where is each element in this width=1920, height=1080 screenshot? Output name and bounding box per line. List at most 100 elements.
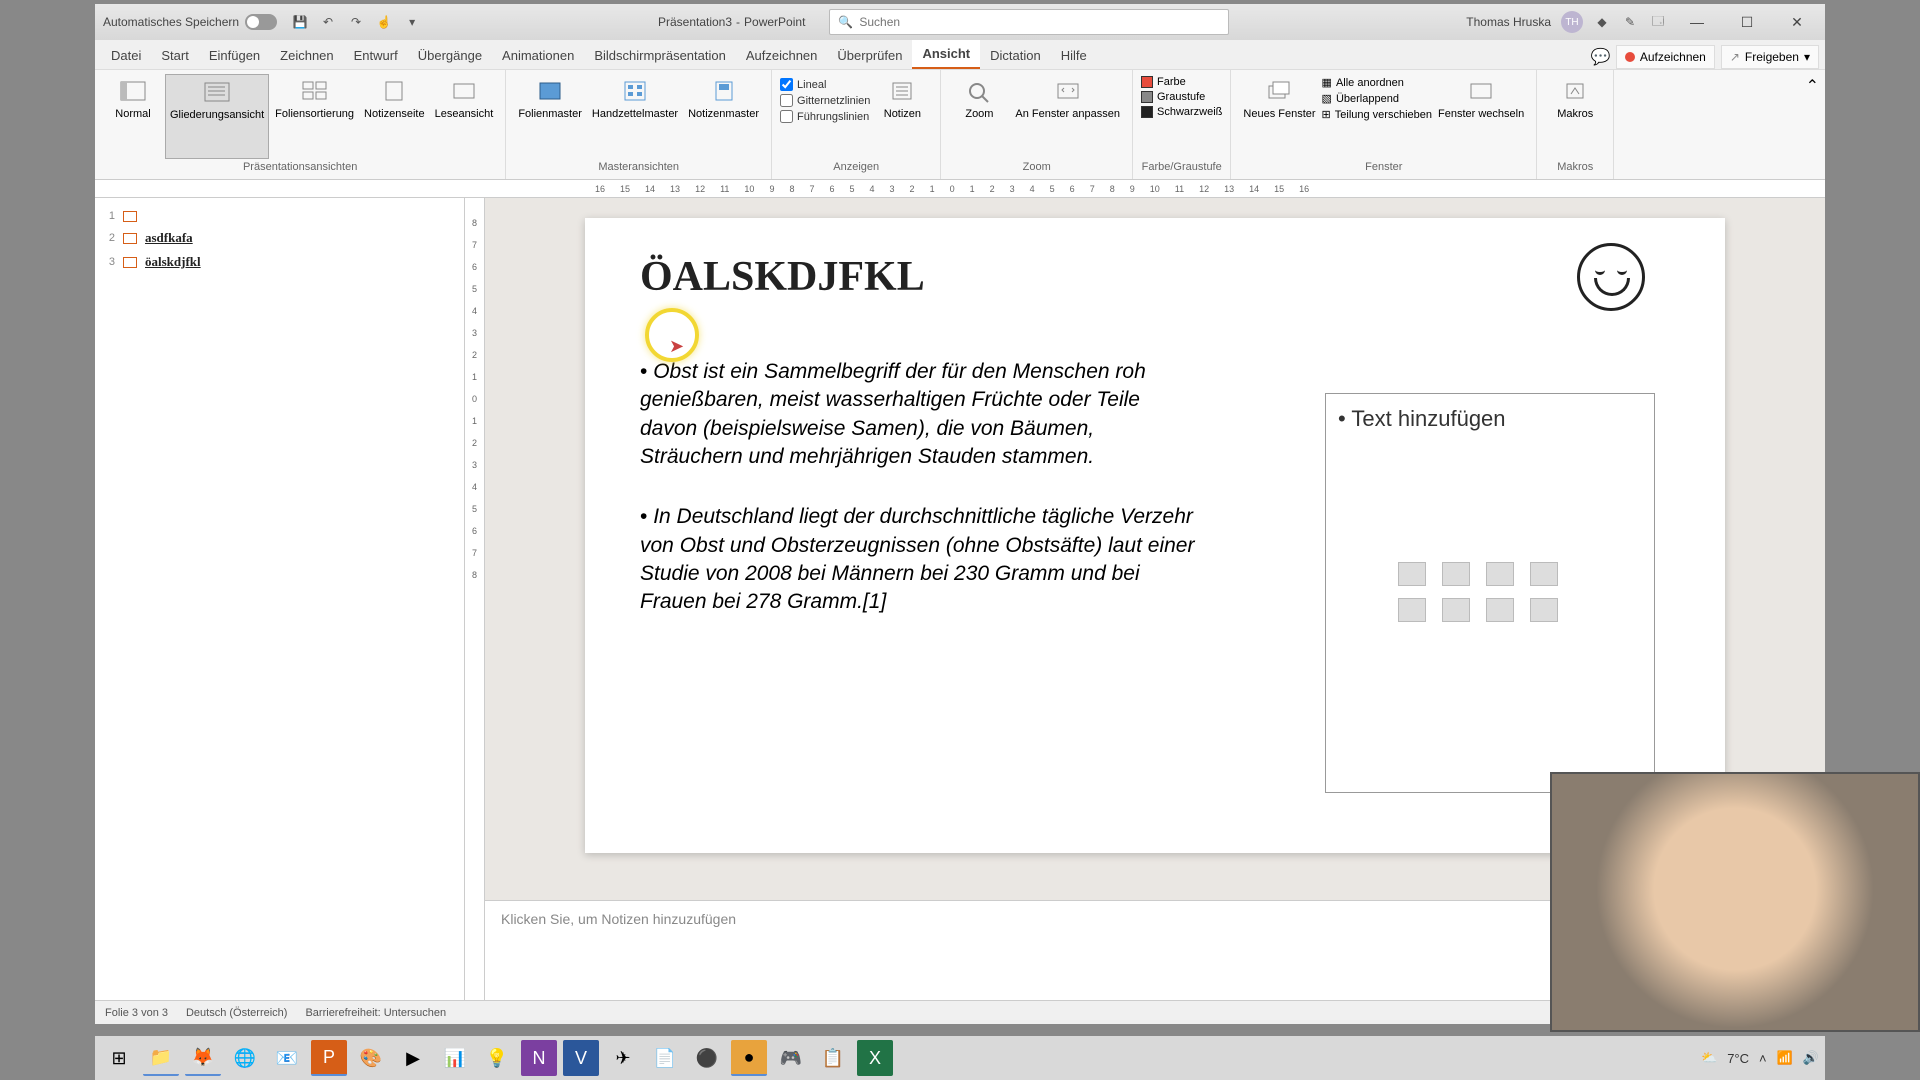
diamond-icon[interactable]: ◆ bbox=[1593, 13, 1611, 31]
outlook-icon[interactable]: 📧 bbox=[269, 1040, 305, 1076]
firefox-icon[interactable]: 🦊 bbox=[185, 1040, 221, 1076]
app-icon-2[interactable]: 📊 bbox=[437, 1040, 473, 1076]
guides-checkbox[interactable]: Führungslinien bbox=[780, 110, 870, 123]
gridlines-checkbox[interactable]: Gitternetzlinien bbox=[780, 94, 870, 107]
content-placeholder[interactable]: • Text hinzufügen bbox=[1325, 393, 1655, 793]
tab-animationen[interactable]: Animationen bbox=[492, 42, 584, 69]
tab-ansicht[interactable]: Ansicht bbox=[912, 40, 980, 69]
tab-einfuegen[interactable]: Einfügen bbox=[199, 42, 270, 69]
insert-icon-icon[interactable] bbox=[1530, 598, 1558, 622]
bullet-2[interactable]: In Deutschland liegt der durchschnittlic… bbox=[640, 503, 1200, 616]
arrange-all-button[interactable]: ▦Alle anordnen bbox=[1322, 76, 1432, 89]
search-box[interactable]: 🔍 bbox=[829, 9, 1229, 35]
bw-view-button[interactable]: Schwarzweiß bbox=[1141, 106, 1222, 118]
outline-item-2[interactable]: 2asdfkafa bbox=[103, 226, 456, 250]
tab-uebergaenge[interactable]: Übergänge bbox=[408, 42, 492, 69]
slide-title[interactable]: ÖALSKDJFKL bbox=[640, 253, 1670, 303]
undo-icon[interactable]: ↶ bbox=[319, 13, 337, 31]
move-split-button[interactable]: ⊞Teilung verschieben bbox=[1322, 108, 1432, 121]
tab-entwurf[interactable]: Entwurf bbox=[344, 42, 408, 69]
discord-icon[interactable]: 🎮 bbox=[773, 1040, 809, 1076]
more-icon[interactable]: ▾ bbox=[403, 13, 421, 31]
color-view-button[interactable]: Farbe bbox=[1141, 76, 1222, 88]
app-icon-5[interactable]: ● bbox=[731, 1040, 767, 1076]
outline-view-button[interactable]: Gliederungsansicht bbox=[165, 74, 269, 159]
macros-button[interactable]: Makros bbox=[1545, 74, 1605, 159]
bullet-1[interactable]: Obst ist ein Sammelbegriff der für den M… bbox=[640, 358, 1200, 471]
telegram-icon[interactable]: ✈ bbox=[605, 1040, 641, 1076]
tab-hilfe[interactable]: Hilfe bbox=[1051, 42, 1097, 69]
cascade-button[interactable]: ▧Überlappend bbox=[1322, 92, 1432, 105]
insert-picture-icon[interactable] bbox=[1398, 598, 1426, 622]
tab-dictation[interactable]: Dictation bbox=[980, 42, 1051, 69]
search-input[interactable] bbox=[859, 15, 1220, 29]
tab-bildschirmpraesentation[interactable]: Bildschirmpräsentation bbox=[584, 42, 736, 69]
powerpoint-icon[interactable]: P bbox=[311, 1040, 347, 1076]
insert-video-icon[interactable] bbox=[1486, 598, 1514, 622]
collapse-ribbon-icon[interactable]: ⌃ bbox=[1800, 70, 1825, 179]
notes-page-button[interactable]: Notizenseite bbox=[360, 74, 429, 159]
app-icon-6[interactable]: 📋 bbox=[815, 1040, 851, 1076]
zoom-button[interactable]: Zoom bbox=[949, 74, 1009, 159]
tab-zeichnen[interactable]: Zeichnen bbox=[270, 42, 343, 69]
chrome-icon[interactable]: 🌐 bbox=[227, 1040, 263, 1076]
tab-start[interactable]: Start bbox=[151, 42, 198, 69]
tab-datei[interactable]: Datei bbox=[101, 42, 151, 69]
slide[interactable]: ÖALSKDJFKL ➤ Obst ist ein Sammelbegriff … bbox=[585, 218, 1725, 853]
normal-view-button[interactable]: Normal bbox=[103, 74, 163, 159]
window-icon[interactable]: 🗔 bbox=[1649, 13, 1667, 31]
language-status[interactable]: Deutsch (Österreich) bbox=[186, 1007, 287, 1019]
outline-pane[interactable]: 1 2asdfkafa 3öalskdjfkl bbox=[95, 198, 465, 1000]
weather-icon[interactable]: ⛅ bbox=[1701, 1050, 1717, 1066]
network-icon[interactable]: 📶 bbox=[1777, 1050, 1793, 1066]
insert-smartart-icon[interactable] bbox=[1486, 562, 1514, 586]
outline-item-3[interactable]: 3öalskdjfkl bbox=[103, 250, 456, 274]
slide-master-button[interactable]: Folienmaster bbox=[514, 74, 586, 159]
insert-3d-icon[interactable] bbox=[1530, 562, 1558, 586]
save-icon[interactable]: 💾 bbox=[291, 13, 309, 31]
pen-icon[interactable]: ✎ bbox=[1621, 13, 1639, 31]
grayscale-view-button[interactable]: Graustufe bbox=[1141, 91, 1222, 103]
smiley-icon[interactable] bbox=[1577, 243, 1645, 311]
notes-master-button[interactable]: Notizenmaster bbox=[684, 74, 763, 159]
tab-aufzeichnen[interactable]: Aufzeichnen bbox=[736, 42, 828, 69]
minimize-button[interactable]: — bbox=[1677, 8, 1717, 36]
app-icon-4[interactable]: 📄 bbox=[647, 1040, 683, 1076]
vlc-icon[interactable]: ▶ bbox=[395, 1040, 431, 1076]
insert-chart-icon[interactable] bbox=[1442, 562, 1470, 586]
autosave-toggle[interactable] bbox=[245, 14, 277, 30]
reading-view-button[interactable]: Leseansicht bbox=[431, 74, 498, 159]
maximize-button[interactable]: ☐ bbox=[1727, 8, 1767, 36]
obs-icon[interactable]: ⚫ bbox=[689, 1040, 725, 1076]
onenote-icon[interactable]: N bbox=[521, 1040, 557, 1076]
user-avatar[interactable]: TH bbox=[1561, 11, 1583, 33]
handout-master-button[interactable]: Handzettelmaster bbox=[588, 74, 682, 159]
slide-sorter-button[interactable]: Foliensortierung bbox=[271, 74, 358, 159]
ruler-checkbox[interactable]: Lineal bbox=[780, 78, 870, 91]
explorer-icon[interactable]: 📁 bbox=[143, 1040, 179, 1076]
notes-toggle-button[interactable]: Notizen bbox=[872, 74, 932, 159]
tray-chevron-icon[interactable]: ˄ bbox=[1759, 1051, 1767, 1066]
insert-table-icon[interactable] bbox=[1398, 562, 1426, 586]
share-button[interactable]: ↗Freigeben ▾ bbox=[1721, 45, 1819, 69]
app-icon-3[interactable]: 💡 bbox=[479, 1040, 515, 1076]
redo-icon[interactable]: ↷ bbox=[347, 13, 365, 31]
fit-window-button[interactable]: An Fenster anpassen bbox=[1011, 74, 1124, 159]
switch-window-button[interactable]: Fenster wechseln bbox=[1434, 74, 1528, 159]
record-button[interactable]: Aufzeichnen bbox=[1616, 45, 1715, 69]
comments-icon[interactable]: 💬 bbox=[1592, 48, 1610, 66]
outline-item-1[interactable]: 1 bbox=[103, 206, 456, 226]
slide-body[interactable]: Obst ist ein Sammelbegriff der für den M… bbox=[640, 358, 1200, 617]
excel-icon[interactable]: X bbox=[857, 1040, 893, 1076]
new-window-button[interactable]: Neues Fenster bbox=[1239, 74, 1319, 159]
close-button[interactable]: ✕ bbox=[1777, 8, 1817, 36]
visio-icon[interactable]: V bbox=[563, 1040, 599, 1076]
webcam-overlay bbox=[1550, 772, 1920, 1032]
tab-ueberpruefen[interactable]: Überprüfen bbox=[827, 42, 912, 69]
accessibility-status[interactable]: Barrierefreiheit: Untersuchen bbox=[305, 1007, 446, 1019]
app-icon-1[interactable]: 🎨 bbox=[353, 1040, 389, 1076]
sound-icon[interactable]: 🔊 bbox=[1803, 1050, 1819, 1066]
touch-icon[interactable]: ☝ bbox=[375, 13, 393, 31]
start-button[interactable]: ⊞ bbox=[101, 1040, 137, 1076]
insert-online-picture-icon[interactable] bbox=[1442, 598, 1470, 622]
